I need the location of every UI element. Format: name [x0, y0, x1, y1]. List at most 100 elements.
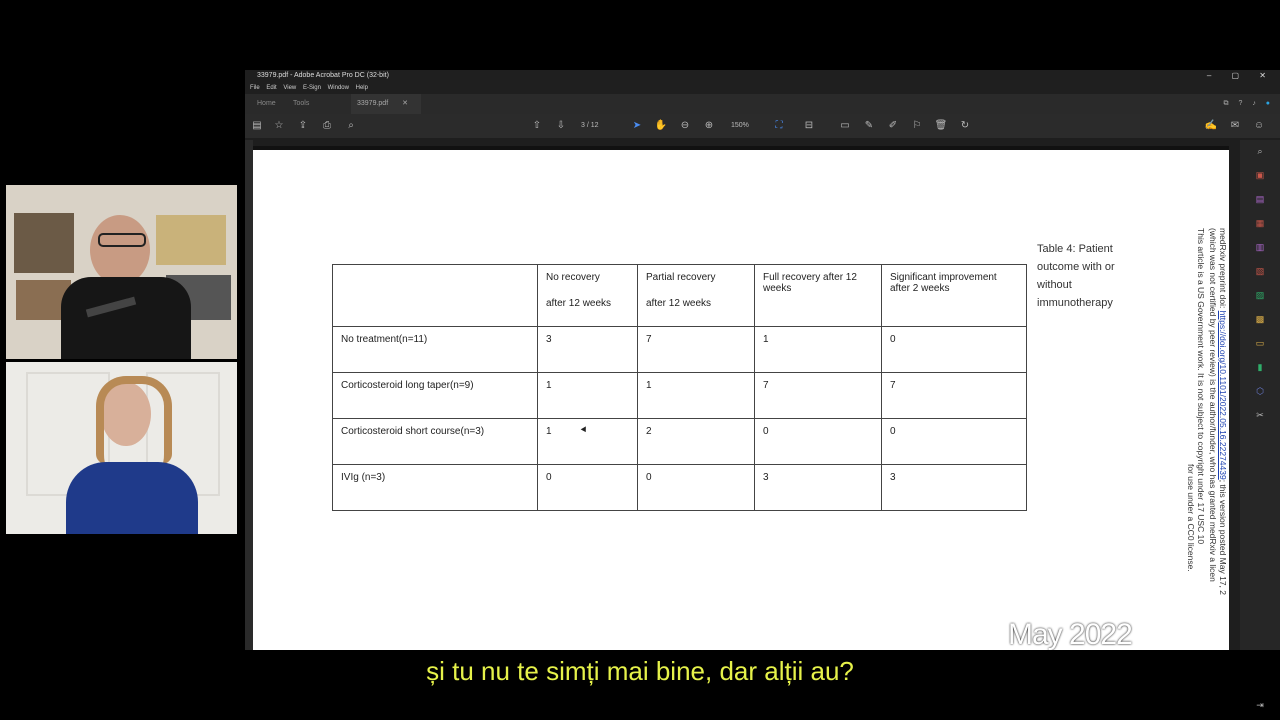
fill-sign-icon[interactable]: ▨: [1252, 290, 1268, 302]
row-label: No treatment(n=11): [332, 326, 538, 373]
print-icon[interactable]: ⎙: [319, 114, 335, 138]
menu-esign[interactable]: E-Sign: [303, 85, 321, 91]
minimize-icon[interactable]: –: [1207, 71, 1211, 80]
table-cell: 0: [881, 418, 1027, 465]
notice-line-2: (which was not certified by peer review)…: [1208, 228, 1218, 582]
notice-line-4: for use under a CC0 license.: [1186, 464, 1196, 572]
table-cell: 1: [537, 418, 638, 465]
person-icon[interactable]: ☺: [1251, 114, 1267, 138]
help-icon[interactable]: ?: [1238, 100, 1242, 107]
menu-file[interactable]: File: [250, 85, 260, 91]
header-cell: Significant improvement after 2 weeks: [881, 264, 1027, 327]
more-tools-icon[interactable]: ✂: [1252, 410, 1268, 422]
tab-close-icon[interactable]: ✕: [402, 100, 408, 107]
collapse-pane-icon[interactable]: ⇥: [1252, 700, 1268, 712]
comment-tool-icon[interactable]: ▩: [1252, 314, 1268, 326]
menu-edit[interactable]: Edit: [266, 85, 276, 91]
search-icon[interactable]: ⌕: [343, 114, 359, 138]
bookmark-star-icon[interactable]: ☆: [271, 114, 287, 138]
share-icon[interactable]: ⧉: [1224, 100, 1229, 107]
highlight-icon[interactable]: ✐: [885, 114, 901, 138]
date-watermark: May 2022: [1008, 618, 1133, 651]
table-cell: 3: [537, 326, 638, 373]
bell-icon[interactable]: ♪: [1252, 100, 1256, 107]
table-row: Corticosteroid long taper(n=9) 1 1 7 7: [332, 372, 1027, 419]
zoom-out-icon[interactable]: ⊖: [677, 114, 693, 138]
organize-icon[interactable]: ▧: [1252, 266, 1268, 278]
notes-icon[interactable]: ▭: [1252, 338, 1268, 350]
export-pdf-icon[interactable]: ▣: [1252, 170, 1268, 182]
header-cell-empty: [332, 264, 538, 327]
table-cell: 0: [537, 464, 638, 511]
header-partial-recovery: Partial recovery after 12 weeks: [646, 272, 716, 309]
combine-icon[interactable]: ▥: [1252, 242, 1268, 254]
acrobat-window: 33979.pdf - Adobe Acrobat Pro DC (32-bit…: [245, 70, 1280, 710]
create-pdf-icon[interactable]: ▦: [1252, 218, 1268, 230]
avatar-icon[interactable]: ●: [1266, 100, 1270, 107]
menu-window[interactable]: Window: [328, 85, 349, 91]
table-caption: Table 4: Patient outcome with or without…: [1037, 243, 1115, 309]
table-cell: 1: [637, 372, 755, 419]
webcam-guest-female: [6, 362, 237, 534]
tab-document[interactable]: 33979.pdf ✕: [351, 94, 421, 114]
table-cell: 0: [637, 464, 755, 511]
row-label: Corticosteroid short course(n=3): [332, 418, 538, 465]
title-bar: 33979.pdf - Adobe Acrobat Pro DC (32-bit…: [245, 70, 1280, 82]
row-label: Corticosteroid long taper(n=9): [332, 372, 538, 419]
page-down-icon[interactable]: ⇩: [553, 114, 569, 138]
toolbar: ▤ ☆ ⇪ ⎙ ⌕ ⇧ ⇩ 3 / 12 ➤ ✋ ⊖ ⊕ 150% ⛶ ⊟ ▭ …: [245, 114, 1280, 138]
page-top-rule: [253, 146, 1229, 150]
protect-icon[interactable]: ⬡: [1252, 386, 1268, 398]
maximize-icon[interactable]: ▢: [1232, 71, 1240, 80]
video-subtitle: și tu nu te simți mai bine, dar alții au…: [426, 656, 854, 686]
account-icons: ⧉ ? ♪ ●: [1224, 94, 1271, 114]
notice-line-3: This article is a US Government work. It…: [1196, 228, 1206, 545]
table-cell: 1: [754, 326, 882, 373]
table-row: IVIg (n=3) 0 0 3 3: [332, 464, 1027, 511]
zoom-in-icon[interactable]: ⊕: [701, 114, 717, 138]
comment-icon[interactable]: ▭: [837, 114, 853, 138]
menu-help[interactable]: Help: [356, 85, 368, 91]
tab-home[interactable]: Home: [251, 94, 282, 114]
right-tools-pane: ⌕ ▣ ▤ ▦ ▥ ▧ ▨ ▩ ▭ ▮ ⬡ ✂ ⇥: [1240, 140, 1280, 710]
hand-tool-icon[interactable]: ✋: [653, 114, 669, 138]
save-icon[interactable]: ▤: [249, 114, 265, 138]
edit-pdf-icon[interactable]: ▤: [1252, 194, 1268, 206]
header-cell: No recovery after 12 weeks: [537, 264, 638, 327]
scan-icon[interactable]: ▮: [1252, 362, 1268, 374]
table-cell: 7: [881, 372, 1027, 419]
table-cell: 0: [881, 326, 1027, 373]
notice-posted: ; this version posted May 17, 2: [1218, 479, 1228, 595]
table-cell: 7: [637, 326, 755, 373]
left-panel-collapsed[interactable]: [245, 140, 253, 650]
notice-doi-label: medRxiv preprint doi:: [1218, 228, 1228, 311]
upload-icon[interactable]: ⇪: [295, 114, 311, 138]
row-label: IVIg (n=3): [332, 464, 538, 511]
mail-icon[interactable]: ✉: [1227, 114, 1243, 138]
scroll-mode-icon[interactable]: ⊟: [801, 114, 817, 138]
tab-tools[interactable]: Tools: [287, 94, 315, 114]
delete-icon[interactable]: 🗑: [933, 114, 949, 138]
marquee-icon[interactable]: ⛶: [771, 114, 787, 138]
header-cell: Full recovery after 12 weeks: [754, 264, 882, 327]
doi-link[interactable]: https://doi.org/10.1101/2022.05.16.22274…: [1218, 311, 1228, 480]
menu-bar: File Edit View E-Sign Window Help: [245, 82, 1280, 94]
table-cell: 3: [754, 464, 882, 511]
tab-document-label: 33979.pdf: [357, 100, 389, 107]
page-up-icon[interactable]: ⇧: [529, 114, 545, 138]
zoom-search-icon[interactable]: ⌕: [1252, 146, 1268, 158]
rotate-icon[interactable]: ↻: [957, 114, 973, 138]
table-cell: 3: [881, 464, 1027, 511]
close-icon[interactable]: ✕: [1259, 71, 1266, 80]
header-no-recovery: No recovery after 12 weeks: [546, 272, 612, 309]
menu-view[interactable]: View: [283, 85, 296, 91]
sign-icon[interactable]: ✍: [1203, 114, 1219, 138]
header-cell: Partial recovery after 12 weeks: [637, 264, 755, 327]
select-cursor-icon[interactable]: ➤: [629, 114, 645, 138]
stamp-icon[interactable]: ⚐: [909, 114, 925, 138]
table-header-row: No recovery after 12 weeks Partial recove…: [332, 264, 1027, 327]
webcam-host-male: [6, 185, 237, 359]
pen-icon[interactable]: ✎: [861, 114, 877, 138]
page-indicator[interactable]: 3 / 12: [581, 114, 599, 138]
zoom-level[interactable]: 150%: [731, 114, 749, 138]
